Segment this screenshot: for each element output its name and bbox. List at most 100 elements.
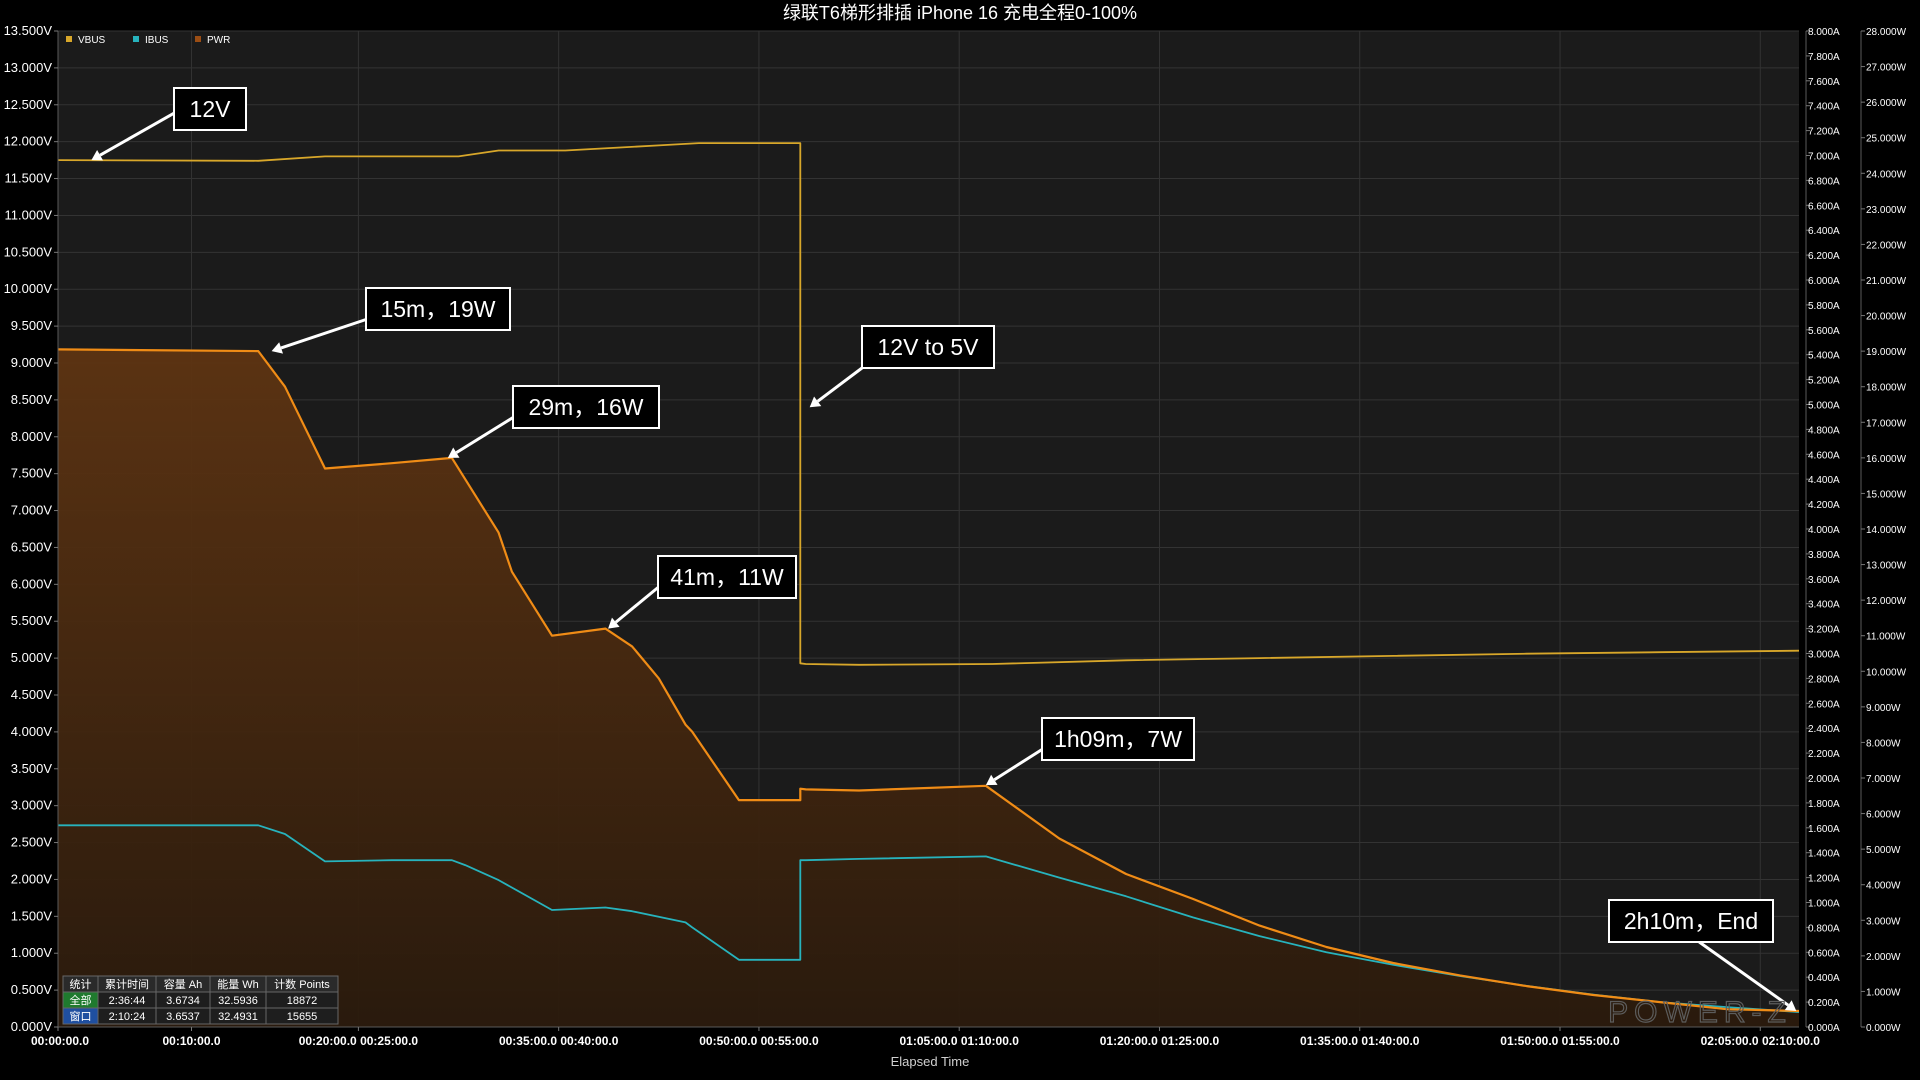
current-tick-label: 2.000A [1808, 774, 1840, 785]
voltage-tick-label: 3.500V [11, 761, 53, 776]
stats-cell-value: 3.6734 [166, 995, 200, 1007]
voltage-tick-label: 5.000V [11, 650, 53, 665]
power-axis-ticks: 0.000W 1.000W 2.000W 3.000W 4.000W 5.000W 6.00… [1861, 27, 1907, 1034]
current-tick-label: 7.400A [1808, 102, 1840, 113]
current-tick-label: 7.800A [1808, 52, 1840, 63]
power-tick-label: 9.000W [1866, 703, 1901, 714]
current-tick-label: 4.200A [1808, 500, 1840, 511]
current-tick-label: 4.000A [1808, 525, 1840, 536]
time-tick-label: 01:50:00.0 01:55:00.0 [1500, 1034, 1620, 1048]
current-tick-label: 5.400A [1808, 351, 1840, 362]
voltage-tick-label: 0.500V [11, 982, 53, 997]
stats-cell-value: 15655 [287, 1011, 318, 1023]
time-tick-label: 00:35:00.0 00:40:00.0 [499, 1034, 619, 1048]
chart-window: 0.000V 0.500V 1.000V 1.500V 2.000V 2.500V 3.00… [0, 0, 1920, 1080]
x-axis-label: Elapsed Time [891, 1054, 970, 1069]
power-tick-label: 8.000W [1866, 738, 1901, 749]
stats-cell-value: 3.6537 [166, 1011, 200, 1023]
voltage-tick-label: 13.000V [4, 60, 53, 75]
current-axis-ticks: 0.000A 0.200A 0.400A 0.600A 0.800A 1.000A 1.20… [1806, 27, 1840, 1034]
current-tick-label: 1.200A [1808, 874, 1840, 885]
stats-header-label: 能量 Wh [217, 977, 259, 991]
current-tick-label: 3.800A [1808, 550, 1840, 561]
voltage-tick-label: 2.500V [11, 835, 53, 850]
current-tick-label: 0.600A [1808, 948, 1840, 959]
power-tick-label: 6.000W [1866, 810, 1901, 821]
power-tick-label: 0.000W [1866, 1023, 1901, 1034]
power-tick-label: 12.000W [1866, 596, 1907, 607]
stats-cell-value: 2:10:24 [109, 1011, 146, 1023]
power-tick-label: 22.000W [1866, 240, 1907, 251]
power-tick-label: 24.000W [1866, 169, 1907, 180]
time-tick-label: 00:50:00.0 00:55:00.0 [699, 1034, 819, 1048]
power-tick-label: 16.000W [1866, 454, 1907, 465]
voltage-tick-label: 6.000V [11, 576, 53, 591]
power-tick-label: 14.000W [1866, 525, 1907, 536]
annotation-label: 12V to 5V [877, 334, 979, 360]
current-tick-label: 3.000A [1808, 650, 1840, 661]
voltage-tick-label: 7.000V [11, 503, 53, 518]
stats-header-label: 计数 Points [274, 978, 330, 991]
power-tick-label: 27.000W [1866, 63, 1907, 74]
annotation-label: 15m，19W [380, 296, 495, 322]
power-tick-label: 26.000W [1866, 98, 1907, 109]
power-tick-label: 28.000W [1866, 27, 1907, 38]
voltage-tick-label: 12.500V [4, 97, 53, 112]
power-tick-label: 17.000W [1866, 418, 1907, 429]
stats-header-label: 累计时间 [105, 978, 149, 991]
legend-label-ibus: IBUS [145, 35, 169, 46]
power-tick-label: 1.000W [1866, 987, 1901, 998]
stats-header-label: 容量 Ah [164, 977, 203, 991]
current-tick-label: 0.000A [1808, 1023, 1840, 1034]
stats-cell-value: 32.5936 [218, 995, 258, 1007]
power-tick-label: 3.000W [1866, 916, 1901, 927]
power-tick-label: 25.000W [1866, 134, 1907, 145]
voltage-tick-label: 6.500V [11, 539, 53, 554]
time-tick-label: 02:05:00.0 02:10:00.0 [1701, 1034, 1821, 1048]
time-tick-label: 01:35:00.0 01:40:00.0 [1300, 1034, 1420, 1048]
power-tick-label: 2.000W [1866, 952, 1901, 963]
chart-title: 绿联T6梯形排插 iPhone 16 充电全程0-100% [783, 3, 1137, 23]
voltage-tick-label: 10.500V [4, 244, 53, 259]
voltage-tick-label: 11.000V [5, 207, 53, 222]
voltage-tick-label: 13.500V [4, 23, 53, 38]
current-tick-label: 2.200A [1808, 749, 1840, 760]
voltage-tick-label: 11.500V [5, 171, 53, 186]
power-tick-label: 15.000W [1866, 489, 1907, 500]
annotation-label: 2h10m，End [1624, 908, 1758, 934]
current-tick-label: 6.600A [1808, 201, 1840, 212]
legend-swatch-ibus [133, 36, 139, 42]
voltage-tick-label: 10.000V [4, 281, 53, 296]
legend-label-pwr: PWR [207, 35, 230, 46]
current-tick-label: 1.000A [1808, 899, 1840, 910]
stats-row-label: 全部 [70, 993, 92, 1007]
voltage-tick-label: 8.500V [11, 392, 53, 407]
voltage-tick-label: 0.000V [11, 1019, 53, 1034]
annotation-label: 29m，16W [528, 394, 643, 420]
voltage-tick-label: 3.000V [11, 798, 53, 813]
current-tick-label: 5.600A [1808, 326, 1840, 337]
time-tick-label: 01:05:00.0 01:10:00.0 [899, 1034, 1019, 1048]
voltage-tick-label: 9.500V [11, 318, 53, 333]
current-tick-label: 2.600A [1808, 699, 1840, 710]
voltage-tick-label: 1.500V [11, 908, 53, 923]
current-tick-label: 5.800A [1808, 301, 1840, 312]
power-tick-label: 10.000W [1866, 667, 1907, 678]
power-tick-label: 20.000W [1866, 312, 1907, 323]
voltage-tick-label: 8.000V [11, 429, 53, 444]
voltage-tick-label: 12.000V [4, 134, 53, 149]
current-tick-label: 6.200A [1808, 251, 1840, 262]
current-tick-label: 4.600A [1808, 450, 1840, 461]
current-tick-label: 4.400A [1808, 475, 1840, 486]
voltage-tick-label: 4.500V [11, 687, 53, 702]
time-tick-label: 00:00:00.0 [31, 1034, 89, 1048]
legend-swatch-vbus [66, 36, 72, 42]
power-tick-label: 23.000W [1866, 205, 1907, 216]
legend-label-vbus: VBUS [78, 35, 106, 46]
current-tick-label: 1.800A [1808, 799, 1840, 810]
stats-header-label: 统计 [70, 978, 92, 991]
current-tick-label: 4.800A [1808, 425, 1840, 436]
power-tick-label: 4.000W [1866, 881, 1901, 892]
stats-table: 统计 累计时间 容量 Ah 能量 Wh 计数 Points 全部 2:36:44 3.6734… [62, 975, 339, 1025]
time-tick-label: 00:20:00.0 00:25:00.0 [299, 1034, 419, 1048]
